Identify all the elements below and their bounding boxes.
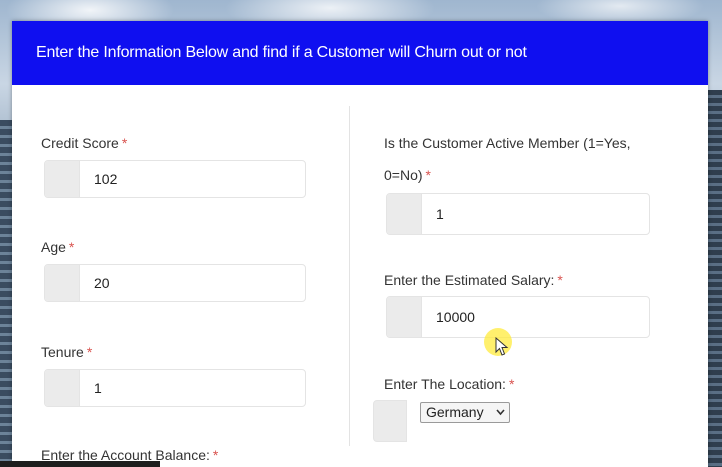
required-marker: * (508, 376, 515, 392)
location-select[interactable]: Germany (420, 402, 510, 423)
background-building-right (708, 90, 722, 467)
credit-score-input[interactable] (80, 161, 305, 197)
required-marker: * (212, 447, 219, 463)
input-addon (387, 194, 422, 234)
required-marker: * (86, 344, 93, 360)
credit-score-label: Credit Score * (41, 135, 128, 151)
location-addon (373, 400, 407, 442)
mouse-pointer-icon (495, 336, 509, 362)
column-divider (349, 106, 350, 446)
estimated-salary-input[interactable] (422, 297, 649, 337)
chevron-down-icon (496, 403, 505, 429)
input-addon (45, 265, 80, 301)
required-marker: * (121, 135, 128, 151)
tenure-label: Tenure * (41, 344, 93, 360)
form-title: Enter the Information Below and find if … (36, 44, 527, 61)
age-field[interactable] (44, 264, 306, 302)
age-label: Age * (41, 239, 75, 255)
required-marker: * (557, 272, 563, 288)
input-addon (45, 370, 80, 406)
form-header: Enter the Information Below and find if … (12, 21, 708, 85)
age-input[interactable] (80, 265, 305, 301)
tenure-input[interactable] (80, 370, 305, 406)
active-member-input[interactable] (422, 194, 649, 234)
required-marker: * (68, 239, 75, 255)
estimated-salary-label: Enter the Estimated Salary: * (384, 272, 563, 288)
estimated-salary-field[interactable] (386, 296, 650, 338)
location-label: Enter The Location: * (384, 376, 515, 392)
tenure-field[interactable] (44, 369, 306, 407)
location-selected-value: Germany (426, 404, 484, 420)
input-addon (45, 161, 80, 197)
required-marker: * (425, 167, 431, 183)
bottom-edge-bar (0, 461, 160, 467)
credit-score-field[interactable] (44, 160, 306, 198)
input-addon (387, 297, 422, 337)
active-member-field[interactable] (386, 193, 650, 235)
active-member-label: Is the Customer Active Member (1=Yes, 0=… (384, 135, 631, 183)
